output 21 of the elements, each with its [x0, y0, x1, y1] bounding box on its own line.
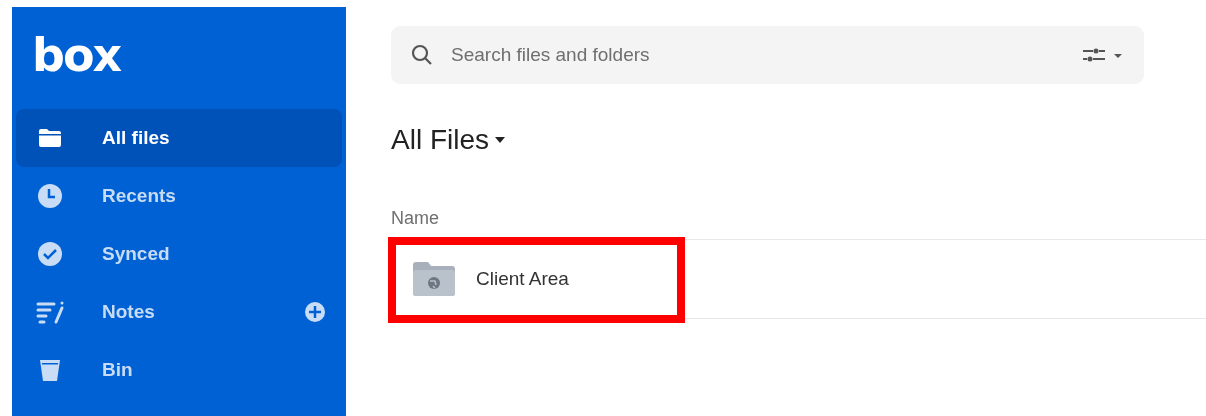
logo[interactable]: box: [32, 27, 121, 83]
sidebar-item[interactable]: Recents: [16, 167, 342, 225]
sidebar-item[interactable]: Synced: [16, 225, 342, 283]
sidebar-item[interactable]: Bin: [16, 341, 342, 399]
search-bar[interactable]: Search files and folders: [391, 26, 1144, 84]
sidebar-item[interactable]: All files: [16, 109, 342, 167]
search-icon: [411, 44, 433, 66]
folder-name[interactable]: Client Area: [476, 268, 569, 290]
sidebar-item[interactable]: Notes: [16, 283, 342, 341]
bin-icon: [38, 358, 62, 382]
filter-icon[interactable]: [1082, 47, 1124, 63]
check-circle-icon: [37, 241, 63, 267]
column-header[interactable]: Name: [391, 208, 439, 239]
clock-icon: [37, 183, 63, 209]
page-title[interactable]: All Files: [391, 124, 489, 156]
caret-icon[interactable]: [495, 137, 505, 143]
search-field[interactable]: Search files and folders: [449, 43, 1066, 67]
add-icon[interactable]: [304, 301, 326, 323]
folder-icon: [412, 261, 456, 297]
notes-icon: [36, 300, 64, 324]
folder-icon: [38, 128, 62, 148]
